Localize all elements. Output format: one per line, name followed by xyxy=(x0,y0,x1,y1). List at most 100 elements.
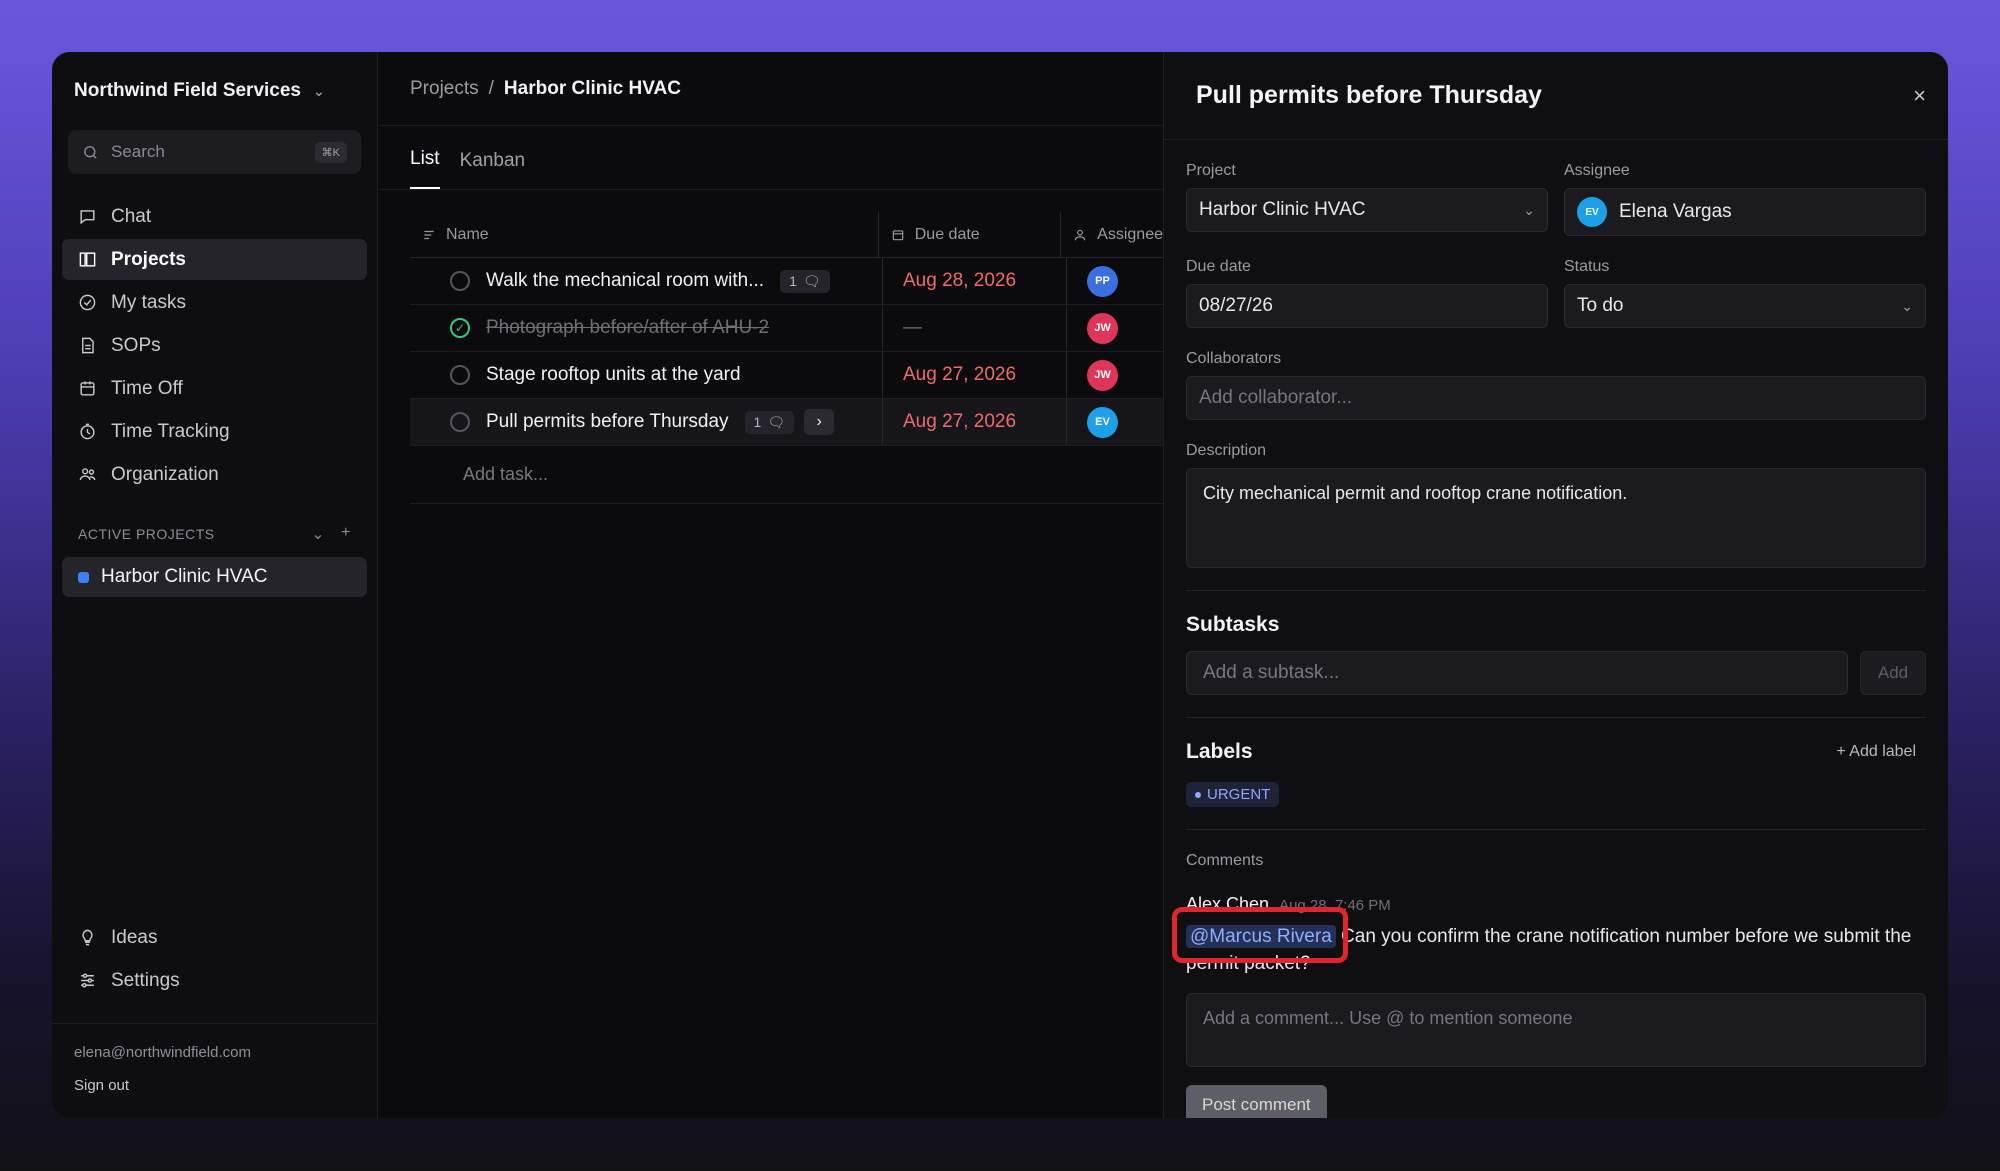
sign-out-link[interactable]: Sign out xyxy=(74,1077,355,1094)
check-circle-icon xyxy=(79,294,96,311)
sliders-icon xyxy=(81,973,94,988)
sidebar-item-chat[interactable]: Chat xyxy=(62,196,367,237)
account-section: elena@northwindfield.com Sign out xyxy=(52,1023,377,1118)
comment-input[interactable]: Add a comment... Use @ to mention someon… xyxy=(1186,993,1926,1067)
sidebar-item-settings[interactable]: Settings xyxy=(62,960,367,1001)
plus-icon[interactable]: + xyxy=(341,524,351,544)
add-subtask-button[interactable]: Add xyxy=(1860,651,1926,695)
subtasks-title: Subtasks xyxy=(1186,613,1280,636)
label-dot xyxy=(1195,791,1201,798)
task-name[interactable]: Pull permits before Thursday xyxy=(486,411,729,433)
sidebar: Northwind Field Services ⌄ Search ⌘K Cha… xyxy=(52,52,378,1118)
add-task-button[interactable]: Add task... xyxy=(410,446,1163,504)
collaborators-field: Collaborators Add collaborator... xyxy=(1186,350,1926,420)
task-name-cell: Stage rooftop units at the yard xyxy=(410,352,882,398)
column-header-due-date[interactable]: Due date xyxy=(877,212,1060,257)
sidebar-item-label: Projects xyxy=(111,248,186,270)
task-assignee-cell[interactable]: JW xyxy=(1066,352,1163,398)
task-due-cell[interactable]: — xyxy=(882,305,1066,351)
breadcrumb-current: Harbor Clinic HVAC xyxy=(503,77,681,99)
task-checkbox[interactable] xyxy=(450,412,470,432)
task-name[interactable]: Photograph before/after of AHU-2 xyxy=(486,317,769,339)
task-assignee-cell[interactable]: JW xyxy=(1066,305,1163,351)
header-label: Due date xyxy=(914,225,980,243)
chevron-down-icon[interactable]: ⌄ xyxy=(311,524,325,544)
sidebar-item-sops[interactable]: SOPs xyxy=(62,325,367,366)
label-text: URGENT xyxy=(1207,786,1271,803)
app-window: Northwind Field Services ⌄ Search ⌘K Cha… xyxy=(52,52,1948,1118)
sidebar-project-harbor-clinic-hvac[interactable]: Harbor Clinic HVAC xyxy=(62,557,367,597)
task-name-cell: Walk the mechanical room with... 1 🗨 xyxy=(410,258,882,304)
task-title: Pull permits before Thursday xyxy=(1196,81,1542,109)
tab-kanban[interactable]: Kanban xyxy=(460,150,526,189)
chevron-down-icon: ⌄ xyxy=(313,82,325,99)
sidebar-footer: Ideas Settings elena@northwindfield.com … xyxy=(52,917,377,1118)
assignee-field: Assignee EV Elena Vargas xyxy=(1564,162,1926,236)
labels-title: Labels xyxy=(1186,740,1253,763)
task-assignee-cell[interactable]: PP xyxy=(1066,258,1163,304)
header-label: Assignee xyxy=(1097,225,1163,243)
table-row-selected[interactable]: Pull permits before Thursday 1 🗨 › Aug 2… xyxy=(410,399,1163,446)
task-checkbox-checked[interactable]: ✓ xyxy=(450,318,470,338)
task-checkbox[interactable] xyxy=(450,271,470,291)
task-due-cell[interactable]: Aug 27, 2026 xyxy=(882,352,1066,398)
sidebar-item-label: Ideas xyxy=(111,926,158,948)
sidebar-item-organization[interactable]: Organization xyxy=(62,454,367,495)
column-header-name[interactable]: Name xyxy=(410,212,878,257)
task-detail-panel: Pull permits before Thursday × Project H… xyxy=(1163,52,1948,1118)
sidebar-item-time-off[interactable]: Time Off xyxy=(62,368,367,409)
project-color-dot xyxy=(78,571,89,583)
project-select[interactable]: Harbor Clinic HVAC ⌄ xyxy=(1186,188,1548,232)
add-label-button[interactable]: + Add label xyxy=(1836,743,1916,761)
divider xyxy=(1186,829,1926,830)
table-row[interactable]: ✓ Photograph before/after of AHU-2 — JW xyxy=(410,305,1163,352)
tab-list[interactable]: List xyxy=(410,148,440,189)
avatar: PP xyxy=(1087,265,1118,297)
comment-count: 1 xyxy=(789,273,797,289)
sidebar-item-my-tasks[interactable]: My tasks xyxy=(62,282,367,323)
breadcrumb-root[interactable]: Projects xyxy=(410,78,479,100)
post-comment-button[interactable]: Post comment xyxy=(1186,1085,1327,1118)
collaborator-input[interactable]: Add collaborator... xyxy=(1186,376,1926,420)
open-task-button[interactable]: › xyxy=(804,409,835,435)
due-date-input[interactable]: 08/27/26 xyxy=(1186,284,1548,328)
status-value: To do xyxy=(1577,295,1624,316)
task-name[interactable]: Walk the mechanical room with... xyxy=(486,270,764,292)
project-select-value: Harbor Clinic HVAC xyxy=(1199,199,1366,220)
sidebar-item-ideas[interactable]: Ideas xyxy=(62,917,367,958)
task-assignee-cell[interactable]: EV xyxy=(1066,399,1163,445)
table-row[interactable]: Stage rooftop units at the yard Aug 27, … xyxy=(410,352,1163,399)
task-name-cell: ✓ Photograph before/after of AHU-2 xyxy=(410,305,882,351)
comment-icon: 🗨 xyxy=(802,272,821,289)
search-input[interactable]: Search ⌘K xyxy=(68,130,361,174)
task-name[interactable]: Stage rooftop units at the yard xyxy=(486,364,741,386)
sidebar-item-label: SOPs xyxy=(111,334,161,356)
comment-count-badge: 1 🗨 xyxy=(780,269,830,293)
task-table: Name Due date Assignee Walk the mechanic… xyxy=(410,212,1163,504)
sidebar-item-projects[interactable]: Projects xyxy=(62,239,367,280)
chevron-right-icon: › xyxy=(816,413,822,430)
comments-label: Comments xyxy=(1186,852,1264,869)
task-due-cell[interactable]: Aug 27, 2026 xyxy=(882,399,1066,445)
stopwatch-icon xyxy=(80,423,95,440)
status-select[interactable]: To do ⌄ xyxy=(1564,284,1926,328)
subtask-input[interactable]: Add a subtask... xyxy=(1186,651,1848,695)
column-header-assignee[interactable]: Assignee xyxy=(1060,212,1163,257)
search-placeholder: Search xyxy=(111,142,165,161)
person-icon xyxy=(1074,229,1086,240)
header-label: Name xyxy=(446,225,489,243)
sidebar-item-time-tracking[interactable]: Time Tracking xyxy=(62,411,367,452)
task-checkbox[interactable] xyxy=(450,365,470,385)
assignee-select[interactable]: EV Elena Vargas xyxy=(1564,188,1926,236)
table-row[interactable]: Walk the mechanical room with... 1 🗨 Aug… xyxy=(410,258,1163,305)
avatar: JW xyxy=(1087,312,1118,344)
label-chip-urgent[interactable]: URGENT xyxy=(1186,782,1280,807)
field-label: Description xyxy=(1186,442,1267,459)
sidebar-item-label: Settings xyxy=(111,969,180,991)
workspace-switcher[interactable]: Northwind Field Services ⌄ xyxy=(52,52,377,130)
account-email: elena@northwindfield.com xyxy=(74,1044,251,1061)
task-due-cell[interactable]: Aug 28, 2026 xyxy=(882,258,1066,304)
close-icon[interactable]: × xyxy=(1913,83,1926,109)
chat-icon xyxy=(80,210,95,225)
description-textarea[interactable]: City mechanical permit and rooftop crane… xyxy=(1186,468,1926,568)
